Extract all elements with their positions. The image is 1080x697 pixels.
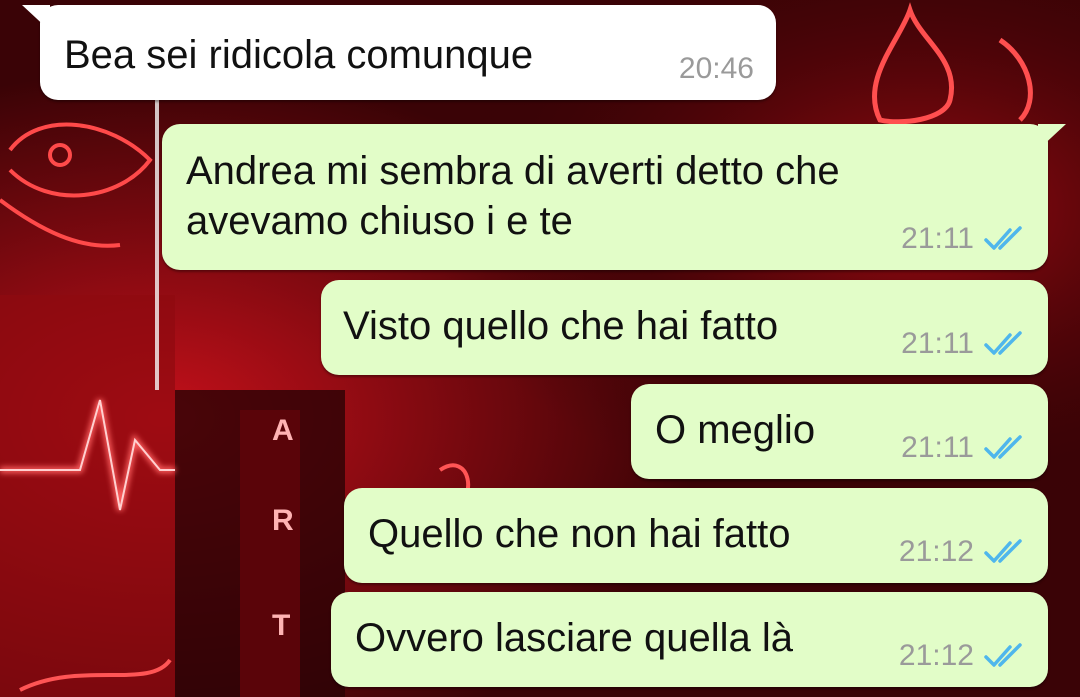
message-meta: 20:46 — [679, 52, 754, 86]
message-time: 21:11 — [901, 222, 974, 255]
message-meta: 21:11 — [901, 431, 1026, 465]
message-bubble-outgoing[interactable]: Ovvero lasciare quella là 21:12 — [331, 592, 1048, 687]
message-meta: 21:11 — [901, 222, 1026, 256]
bubble-tail — [22, 5, 50, 31]
message-text: O meglio — [655, 408, 816, 452]
bubble-tail — [1038, 124, 1066, 150]
double-check-read-icon — [984, 539, 1022, 563]
message-text: Andrea mi sembra di averti detto che ave… — [186, 149, 840, 243]
message-text: Bea sei ridicola comunque — [64, 33, 534, 77]
message-time: 21:12 — [898, 535, 974, 568]
message-bubble-outgoing[interactable]: Andrea mi sembra di averti detto che ave… — [162, 124, 1066, 270]
double-check-read-icon — [984, 643, 1022, 667]
message-bubble-outgoing[interactable]: Visto quello che hai fatto 21:11 — [321, 280, 1048, 375]
message-text: Quello che non hai fatto — [368, 512, 791, 556]
message-meta: 21:11 — [901, 327, 1026, 361]
message-bubble-outgoing[interactable]: Quello che non hai fatto 21:12 — [344, 488, 1048, 583]
message-time: 21:12 — [898, 639, 974, 672]
message-bubble-outgoing[interactable]: O meglio 21:11 — [631, 384, 1048, 479]
message-bubble-incoming[interactable]: Bea sei ridicola comunque 20:46 — [22, 5, 776, 100]
double-check-read-icon — [984, 331, 1022, 355]
double-check-read-icon — [984, 435, 1022, 459]
message-time: 20:46 — [678, 52, 754, 85]
message-text: Visto quello che hai fatto — [343, 304, 779, 348]
message-time: 21:11 — [901, 431, 974, 464]
svg-text:R: R — [272, 504, 294, 537]
message-meta: 21:12 — [899, 535, 1026, 569]
message-time: 21:11 — [901, 327, 974, 360]
message-text: Ovvero lasciare quella là — [355, 616, 793, 660]
svg-text:T: T — [272, 609, 290, 642]
double-check-read-icon — [984, 226, 1022, 250]
message-meta: 21:12 — [899, 639, 1026, 673]
svg-text:A: A — [272, 414, 294, 447]
